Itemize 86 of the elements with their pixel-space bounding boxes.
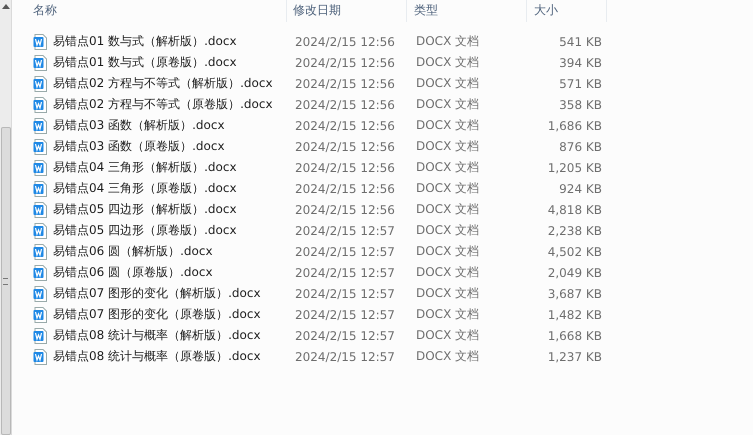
word-document-icon — [33, 306, 47, 322]
file-type: DOCX 文档 — [416, 244, 480, 258]
file-size: 2,238 KB — [548, 224, 602, 238]
file-size: 2,049 KB — [548, 266, 602, 280]
word-document-icon — [33, 96, 47, 112]
file-name[interactable]: 易错点02 方程与不等式（解析版）.docx — [53, 75, 273, 92]
file-name[interactable]: 易错点05 四边形（解析版）.docx — [53, 201, 237, 218]
word-document-icon — [33, 202, 47, 218]
file-size: 924 KB — [559, 182, 602, 196]
file-size: 1,686 KB — [548, 118, 602, 132]
modified-date: 2024/2/15 12:57 — [295, 286, 395, 300]
file-type: DOCX 文档 — [416, 139, 480, 153]
file-size: 358 KB — [559, 98, 602, 112]
file-type: DOCX 文档 — [416, 97, 480, 111]
file-type: DOCX 文档 — [416, 34, 480, 48]
word-document-icon — [33, 118, 47, 134]
scroll-up-arrow-icon[interactable] — [2, 4, 10, 9]
word-document-icon — [33, 138, 47, 154]
word-document-icon — [33, 222, 47, 238]
file-size: 3,687 KB — [548, 286, 602, 300]
modified-date: 2024/2/15 12:56 — [295, 56, 395, 70]
file-size: 1,482 KB — [548, 308, 602, 322]
file-type: DOCX 文档 — [416, 118, 480, 132]
word-document-icon — [33, 286, 47, 302]
file-type: DOCX 文档 — [416, 328, 480, 342]
word-document-icon — [33, 76, 47, 92]
file-name[interactable]: 易错点04 三角形（原卷版）.docx — [53, 180, 237, 197]
modified-date: 2024/2/15 12:57 — [295, 244, 395, 258]
modified-date: 2024/2/15 12:56 — [295, 98, 395, 112]
file-name[interactable]: 易错点08 统计与概率（原卷版）.docx — [53, 348, 261, 365]
file-name[interactable]: 易错点02 方程与不等式（原卷版）.docx — [53, 96, 273, 113]
file-name[interactable]: 易错点01 数与式（原卷版）.docx — [53, 54, 237, 71]
file-name[interactable]: 易错点06 圆（解析版）.docx — [53, 243, 213, 260]
file-name[interactable]: 易错点08 统计与概率（解析版）.docx — [53, 327, 261, 344]
file-size: 1,205 KB — [548, 160, 602, 174]
file-type: DOCX 文档 — [416, 349, 480, 363]
file-size: 4,818 KB — [548, 202, 602, 216]
scrollbar-thumb[interactable] — [0, 127, 10, 435]
file-name[interactable]: 易错点07 图形的变化（原卷版）.docx — [53, 306, 261, 323]
modified-date: 2024/2/15 12:57 — [295, 308, 395, 322]
file-name[interactable]: 易错点03 函数（原卷版）.docx — [53, 138, 225, 155]
file-size: 1,668 KB — [548, 328, 602, 342]
file-type: DOCX 文档 — [416, 55, 480, 69]
file-type: DOCX 文档 — [416, 286, 480, 300]
modified-date: 2024/2/15 12:56 — [295, 118, 395, 132]
word-document-icon — [33, 348, 47, 364]
word-document-icon — [33, 34, 47, 50]
file-type: DOCX 文档 — [416, 223, 480, 237]
file-size: 4,502 KB — [548, 244, 602, 258]
modified-date: 2024/2/15 12:56 — [295, 34, 395, 48]
modified-date: 2024/2/15 12:57 — [295, 266, 395, 280]
file-type: DOCX 文档 — [416, 181, 480, 195]
file-size: 541 KB — [559, 34, 602, 48]
word-document-icon — [33, 328, 47, 344]
file-type: DOCX 文档 — [416, 76, 480, 90]
modified-date: 2024/2/15 12:56 — [295, 76, 395, 90]
file-size: 394 KB — [559, 56, 602, 70]
file-type: DOCX 文档 — [416, 307, 480, 321]
file-name[interactable]: 易错点05 四边形（原卷版）.docx — [53, 222, 237, 239]
word-document-icon — [33, 54, 47, 70]
file-type: DOCX 文档 — [416, 265, 480, 279]
word-document-icon — [33, 264, 47, 280]
word-document-icon — [33, 160, 47, 176]
word-document-icon — [33, 244, 47, 260]
file-type: DOCX 文档 — [416, 160, 480, 174]
column-header[interactable]: 名称 — [31, 0, 287, 22]
file-type: DOCX 文档 — [416, 202, 480, 216]
modified-date: 2024/2/15 12:57 — [295, 224, 395, 238]
modified-date: 2024/2/15 12:56 — [295, 202, 395, 216]
file-name[interactable]: 易错点03 函数（解析版）.docx — [53, 117, 225, 134]
file-name[interactable]: 易错点01 数与式（解析版）.docx — [53, 33, 237, 50]
modified-date: 2024/2/15 12:56 — [295, 140, 395, 154]
file-name[interactable]: 易错点07 图形的变化（解析版）.docx — [53, 285, 261, 302]
column-header[interactable]: 大小 — [527, 0, 607, 22]
modified-date: 2024/2/15 12:56 — [295, 160, 395, 174]
word-document-icon — [33, 180, 47, 196]
file-size: 876 KB — [559, 140, 602, 154]
file-size: 1,237 KB — [548, 350, 602, 364]
modified-date: 2024/2/15 12:57 — [295, 350, 395, 364]
modified-date: 2024/2/15 12:56 — [295, 182, 395, 196]
column-header[interactable]: 类型 — [407, 0, 527, 22]
file-name[interactable]: 易错点06 圆（原卷版）.docx — [53, 264, 213, 281]
modified-date: 2024/2/15 12:57 — [295, 328, 395, 342]
column-header[interactable]: 修改日期 — [287, 0, 407, 22]
file-name[interactable]: 易错点04 三角形（解析版）.docx — [53, 159, 237, 176]
file-size: 571 KB — [559, 76, 602, 90]
